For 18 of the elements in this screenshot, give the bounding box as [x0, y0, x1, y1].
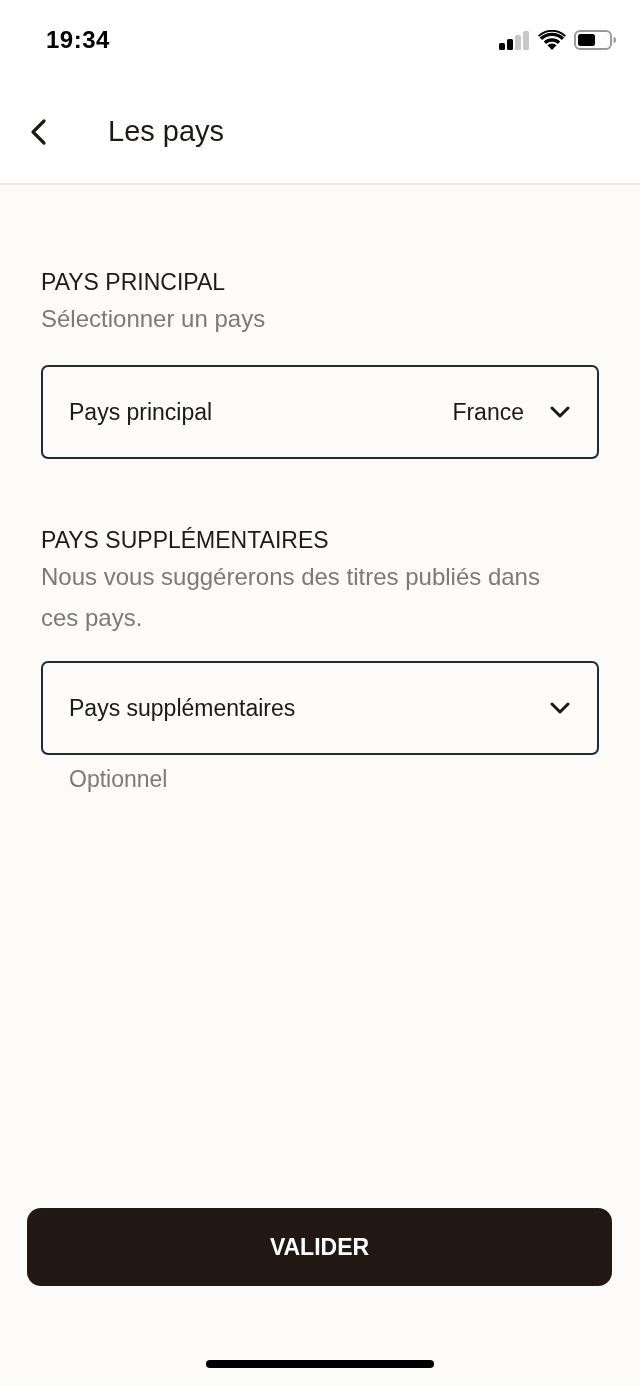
- submit-button[interactable]: VALIDER: [27, 1208, 612, 1286]
- status-time: 19:34: [46, 28, 110, 52]
- chevron-down-icon: [550, 702, 570, 714]
- helper-text: Optionnel: [68, 765, 169, 794]
- select-label: Pays principal: [69, 397, 214, 427]
- battery-icon: [574, 30, 616, 50]
- section-description: Sélectionner un pays: [41, 304, 267, 334]
- wifi-icon: [538, 30, 566, 50]
- chevron-down-icon: [550, 406, 570, 418]
- section-title: PAYS SUPPLÉMENTAIRES: [41, 526, 330, 555]
- signal-icon: [499, 30, 530, 50]
- select-label: Pays supplémentaires: [69, 693, 297, 723]
- country-select[interactable]: Pays supplémentaires: [41, 661, 599, 755]
- select-value: France: [452, 397, 524, 427]
- section-description: Nous vous suggérerons des titres publiés dans ces pays.: [41, 562, 541, 633]
- country-select[interactable]: Pays principal France: [41, 365, 599, 459]
- section-title: PAYS PRINCIPAL: [41, 268, 227, 297]
- page-title: Les pays: [108, 114, 225, 149]
